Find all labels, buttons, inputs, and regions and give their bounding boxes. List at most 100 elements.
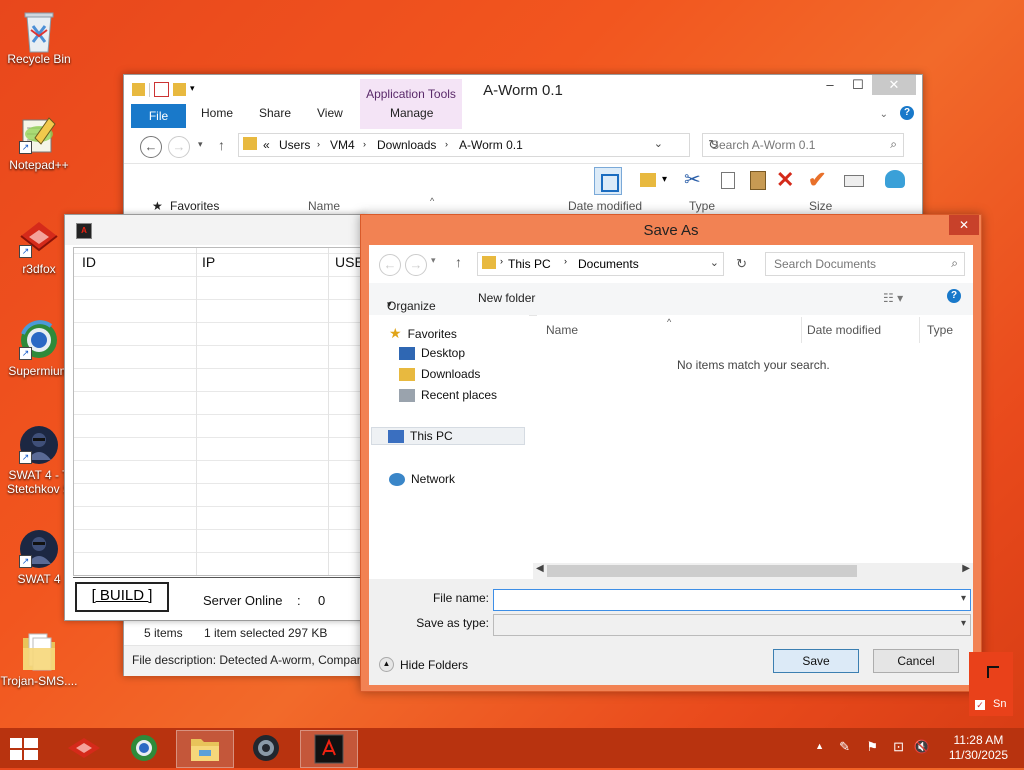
back-button[interactable]: ←	[379, 254, 401, 276]
paste-icon[interactable]	[744, 167, 770, 193]
save-button[interactable]: Save	[773, 649, 859, 673]
nav-this-pc[interactable]: This PC	[371, 427, 525, 445]
close-button[interactable]: ✕	[949, 215, 979, 235]
cut-icon[interactable]: ✂	[684, 167, 710, 193]
aworm-titlebar[interactable]: A	[65, 215, 365, 245]
column-id[interactable]: ID	[82, 254, 96, 270]
recent-locations-icon[interactable]: ▾	[431, 255, 436, 266]
taskbar-app-gear[interactable]	[238, 730, 294, 766]
search-icon[interactable]: ⌕	[890, 137, 897, 152]
taskbar-aworm[interactable]	[300, 730, 358, 768]
search-icon[interactable]: ⌕	[951, 256, 958, 271]
desktop-icon-notepadpp[interactable]: ↗ Notepad++	[0, 114, 78, 172]
column-type[interactable]: Type	[927, 323, 953, 337]
new-folder-button[interactable]: New folder	[478, 291, 535, 305]
scroll-right-icon[interactable]: ▶	[962, 563, 970, 574]
breadcrumb-this-pc[interactable]: This PC	[508, 257, 551, 271]
nav-favorites[interactable]: ★ Favorites	[389, 325, 457, 342]
taskbar-clock[interactable]: 11:28 AM 11/30/2025	[949, 733, 1008, 763]
column-size[interactable]: Size	[809, 199, 832, 213]
save-as-search-input[interactable]: Search Documents ⌕	[765, 252, 965, 276]
taskbar-r3dfox[interactable]	[56, 730, 112, 766]
tab-manage[interactable]: Manage	[390, 106, 433, 120]
save-as-dialog[interactable]: Save As ✕ ← → ▾ ↑ › This PC › Documents …	[360, 214, 982, 692]
tab-view[interactable]: View	[317, 106, 343, 120]
breadcrumb-users[interactable]: Users	[279, 138, 310, 152]
taskbar-file-explorer[interactable]	[176, 730, 234, 768]
nav-favorites[interactable]: Favorites	[170, 199, 219, 213]
network-icon[interactable]: ⊡	[893, 739, 904, 755]
show-hidden-icons-icon[interactable]: ▲	[815, 741, 824, 751]
save-as-type-select[interactable]: ▾	[493, 614, 971, 636]
save-as-address-bar[interactable]: › This PC › Documents ⌄ ↻	[477, 252, 747, 276]
save-as-file-list[interactable]: Name ^ Date modified Type No items match…	[537, 315, 973, 573]
refresh-icon[interactable]: ↻	[736, 256, 747, 272]
maximize-button[interactable]: ☐	[844, 75, 872, 95]
breadcrumb-aworm[interactable]: A-Worm 0.1	[459, 138, 523, 152]
explorer-address-bar[interactable]: « Users › VM4 › Downloads › A-Worm 0.1 ⌄…	[238, 133, 719, 157]
forward-button[interactable]: →	[405, 254, 427, 276]
rename-icon[interactable]	[840, 167, 866, 193]
close-button[interactable]: ✕	[872, 75, 916, 95]
back-button[interactable]: ←	[140, 136, 162, 158]
chevron-down-icon[interactable]: ▾	[961, 618, 966, 629]
explorer-titlebar[interactable]: ▾ Application Tools A-Worm 0.1 ‒ ☐ ✕	[124, 75, 922, 129]
tab-share[interactable]: Share	[259, 106, 291, 120]
chevron-down-icon[interactable]: ▾	[961, 593, 966, 604]
delete-icon[interactable]: ✕	[776, 167, 802, 193]
breadcrumb-overflow[interactable]: «	[263, 138, 270, 152]
aworm-window[interactable]: A ID IP USE [ BUILD ] Server Online : 0	[64, 214, 366, 621]
scroll-left-icon[interactable]: ◀	[536, 563, 544, 574]
desktop-icon-trojan-sms[interactable]: Trojan-SMS....	[0, 630, 78, 688]
nav-downloads[interactable]: Downloads	[399, 367, 480, 381]
nav-desktop[interactable]: Desktop	[399, 346, 465, 360]
collapse-ribbon-icon[interactable]: ⌄	[880, 109, 888, 120]
action-center-icon[interactable]: ⚑	[866, 739, 878, 755]
tab-home[interactable]: Home	[201, 106, 233, 120]
swat4-icon: ↗	[19, 424, 59, 464]
recent-locations-icon[interactable]: ▾	[198, 139, 203, 150]
client-list-grid[interactable]: ID IP USE	[73, 247, 365, 576]
view-options-icon[interactable]: ☷ ▾	[883, 291, 903, 305]
column-date-modified[interactable]: Date modified	[807, 323, 881, 337]
preview-pane-icon[interactable]	[594, 167, 622, 195]
column-name[interactable]: Name	[308, 199, 340, 213]
explorer-address-row: ← → ▾ ↑ « Users › VM4 › Downloads › A-Wo…	[124, 129, 922, 164]
nav-network[interactable]: Network	[389, 472, 455, 486]
cancel-button[interactable]: Cancel	[873, 649, 959, 673]
up-arrow-icon[interactable]: ↑	[218, 137, 225, 153]
column-type[interactable]: Type	[689, 199, 715, 213]
save-as-titlebar[interactable]: Save As ✕	[361, 215, 981, 243]
checkmark-icon[interactable]: ✔	[808, 167, 834, 193]
explorer-search-input[interactable]: Search A-Worm 0.1 ⌕	[702, 133, 904, 157]
address-dropdown-icon[interactable]: ⌄	[654, 137, 663, 150]
breadcrumb-documents[interactable]: Documents	[578, 257, 639, 271]
column-ip[interactable]: IP	[202, 254, 215, 270]
breadcrumb-vm4[interactable]: VM4	[330, 138, 355, 152]
shell-icon[interactable]	[882, 167, 908, 193]
start-button[interactable]	[10, 738, 38, 760]
taskbar-supermium[interactable]	[116, 730, 172, 766]
minimize-button[interactable]: ‒	[816, 75, 844, 95]
address-dropdown-icon[interactable]: ⌄	[710, 256, 719, 269]
breadcrumb-downloads[interactable]: Downloads	[377, 138, 436, 152]
copy-icon[interactable]	[714, 167, 740, 193]
horizontal-scrollbar[interactable]: ◀ ▶	[533, 563, 973, 579]
build-button[interactable]: [ BUILD ]	[75, 582, 169, 612]
help-icon[interactable]: ?	[900, 106, 914, 120]
file-name-field[interactable]: ▾	[493, 589, 971, 611]
desktop-icon-recycle-bin[interactable]: Recycle Bin	[0, 8, 78, 66]
hide-folders-button[interactable]: ▲ Hide Folders	[379, 657, 468, 672]
column-name[interactable]: Name	[546, 323, 578, 337]
column-date-modified[interactable]: Date modified	[568, 199, 642, 213]
folder-check-icon[interactable]	[634, 167, 660, 193]
help-icon[interactable]: ?	[947, 289, 961, 303]
forward-button[interactable]: →	[168, 136, 190, 158]
up-arrow-icon[interactable]: ↑	[455, 254, 462, 270]
pen-input-icon[interactable]: ✎	[839, 739, 850, 755]
tab-file[interactable]: File	[131, 104, 186, 128]
nav-recent-places[interactable]: Recent places	[399, 388, 497, 402]
scrollbar-thumb[interactable]	[547, 565, 857, 577]
checkbox-icon[interactable]: ✓	[975, 700, 985, 710]
volume-muted-icon[interactable]: 🔇	[914, 739, 930, 755]
